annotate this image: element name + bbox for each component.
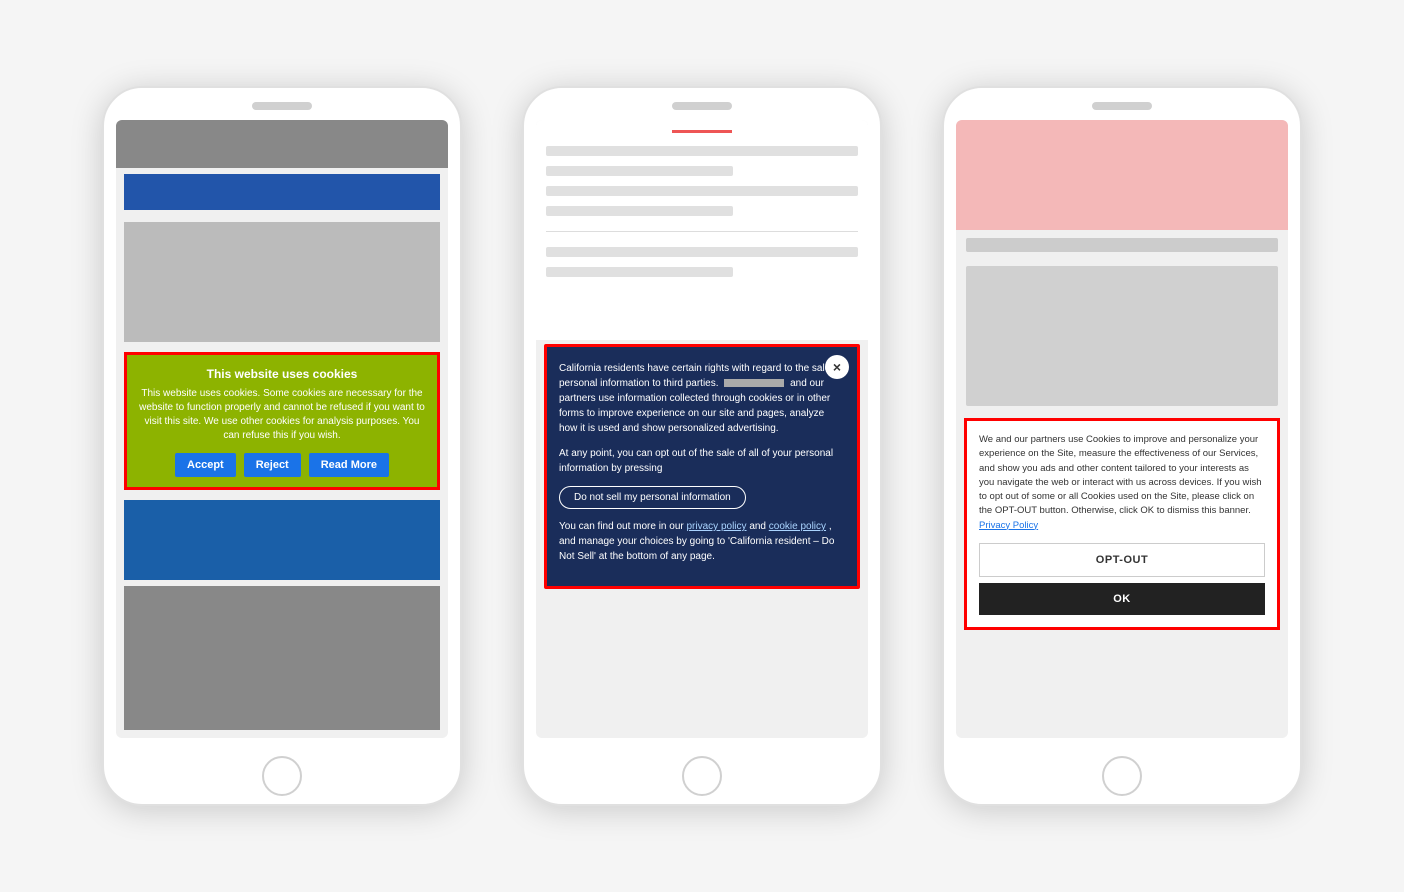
phone-3-screen: We and our partners use Cookies to impro…: [956, 120, 1288, 738]
phone-1: This website uses cookies This website u…: [102, 86, 462, 806]
phone-3: We and our partners use Cookies to impro…: [942, 86, 1302, 806]
phone-2-close-button[interactable]: ×: [825, 355, 849, 379]
phone-3-privacy-link[interactable]: Privacy Policy: [979, 520, 1038, 531]
phone-3-banner-body: We and our partners use Cookies to impro…: [979, 433, 1265, 533]
phone-2-content-top: [536, 120, 868, 340]
phone-1-blue-bar: [124, 174, 440, 210]
phone-2-screen: × California residents have certain righ…: [536, 120, 868, 738]
phone-1-gray-bottom: [124, 586, 440, 730]
phone-1-cookie-banner: This website uses cookies This website u…: [124, 352, 440, 490]
phone-1-read-more-button[interactable]: Read More: [309, 453, 389, 477]
phone-3-gray-line-1: [966, 238, 1278, 252]
phone-1-blue-bottom: [124, 500, 440, 580]
phone-2-red-bar: [672, 130, 732, 133]
phone-1-screen: This website uses cookies This website u…: [116, 120, 448, 738]
phone-2: × California residents have certain righ…: [522, 86, 882, 806]
phone-2-opt-out-button[interactable]: Do not sell my personal information: [559, 486, 746, 509]
phone-2-cookie-link[interactable]: cookie policy: [769, 521, 826, 532]
phone-3-ok-button[interactable]: OK: [979, 583, 1265, 615]
phone-2-line-6: [546, 267, 733, 277]
phone-1-gray-top: [116, 120, 448, 168]
phone-2-speaker: [672, 102, 732, 110]
phone-2-line-5: [546, 247, 858, 257]
phone-1-home-button[interactable]: [262, 756, 302, 796]
phone-3-opt-out-button[interactable]: OPT-OUT: [979, 543, 1265, 577]
phone-2-privacy-link[interactable]: privacy policy: [687, 521, 747, 532]
phone-2-company-placeholder: [724, 379, 784, 387]
phone-3-pink-block: [956, 120, 1288, 230]
phone-2-line-1: [546, 146, 858, 156]
phone-2-banner-body4: You can find out more in our privacy pol…: [559, 519, 845, 564]
phone-2-divider: [546, 231, 858, 232]
phone-3-home-button[interactable]: [1102, 756, 1142, 796]
phone-1-banner-body: This website uses cookies. Some cookies …: [137, 387, 427, 443]
phone-3-cookie-banner: We and our partners use Cookies to impro…: [964, 418, 1280, 630]
phone-2-cookie-banner: × California residents have certain righ…: [544, 344, 860, 589]
phone-2-line-2: [546, 166, 733, 176]
phone-2-line-3: [546, 186, 858, 196]
phone-2-banner-body1: California residents have certain rights…: [559, 361, 845, 436]
phone-2-opt-out-label: Do not sell my personal information: [574, 492, 731, 503]
phone-2-home-button[interactable]: [682, 756, 722, 796]
phones-container: This website uses cookies This website u…: [62, 46, 1342, 846]
phone-3-content-block: [966, 266, 1278, 406]
phone-1-content-block: [124, 222, 440, 342]
phone-1-speaker: [252, 102, 312, 110]
phone-1-banner-buttons: Accept Reject Read More: [137, 453, 427, 477]
phone-1-banner-title: This website uses cookies: [137, 367, 427, 381]
phone-1-reject-button[interactable]: Reject: [244, 453, 301, 477]
phone-2-banner-body3: At any point, you can opt out of the sal…: [559, 446, 845, 476]
phone-2-line-4: [546, 206, 733, 216]
phone-1-accept-button[interactable]: Accept: [175, 453, 236, 477]
phone-3-speaker: [1092, 102, 1152, 110]
